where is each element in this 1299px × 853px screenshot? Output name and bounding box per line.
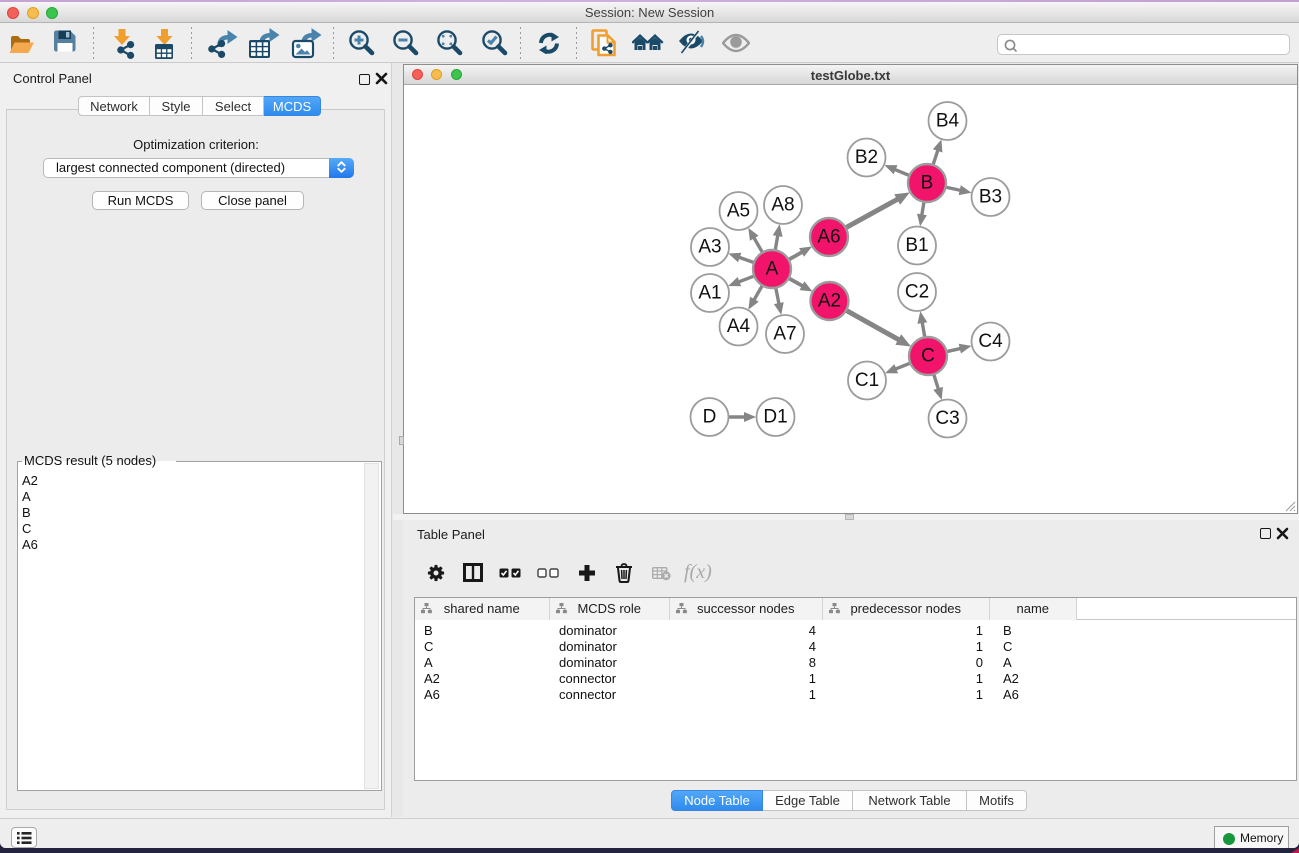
svg-text:C2: C2 [905,282,929,303]
svg-text:C3: C3 [935,408,959,429]
svg-text:A3: A3 [698,237,721,258]
svg-text:A6: A6 [817,227,840,248]
svg-text:A7: A7 [773,324,796,345]
svg-text:D1: D1 [763,407,787,428]
svg-text:B: B [921,173,934,194]
svg-text:A1: A1 [698,283,721,304]
svg-text:A: A [766,259,779,280]
svg-text:A2: A2 [818,291,841,312]
svg-text:C4: C4 [978,331,1003,352]
svg-text:B4: B4 [936,111,960,132]
svg-text:A5: A5 [727,201,750,222]
svg-text:A4: A4 [727,316,751,337]
svg-text:C: C [921,346,935,367]
svg-text:B3: B3 [979,187,1002,208]
svg-text:C1: C1 [855,370,879,391]
svg-text:D: D [703,407,717,428]
svg-text:B2: B2 [855,147,878,168]
svg-text:A8: A8 [771,195,794,216]
svg-text:B1: B1 [905,235,928,256]
svg-text:f(x): f(x) [684,562,712,583]
